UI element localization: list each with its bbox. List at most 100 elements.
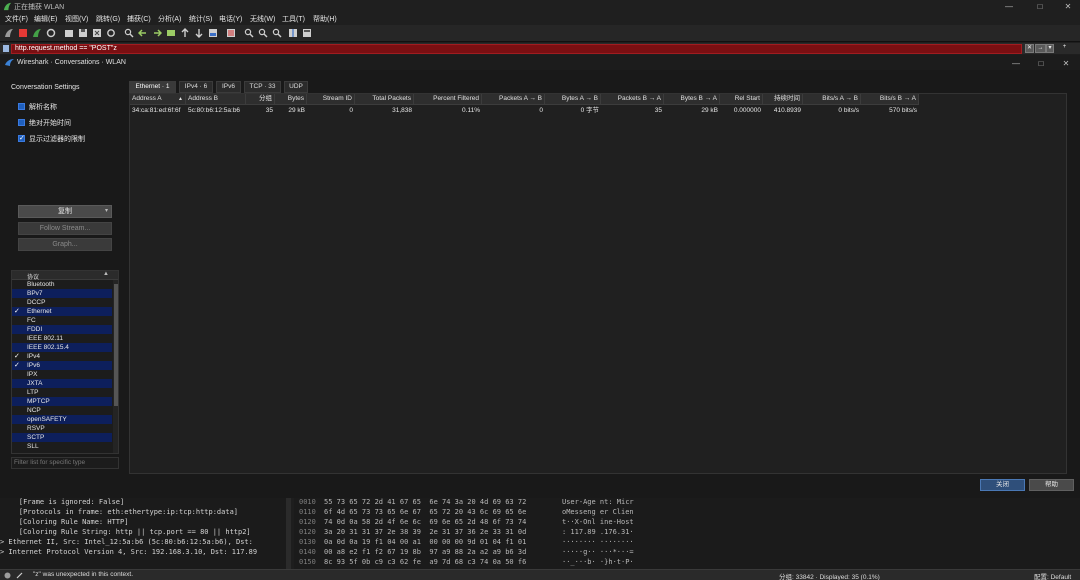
- protocol-item[interactable]: BPv7: [12, 289, 112, 298]
- byte-ascii[interactable]: User-Age nt: Micr: [562, 498, 634, 507]
- autoscroll-icon[interactable]: [208, 28, 218, 38]
- first-packet-icon[interactable]: [180, 28, 190, 38]
- absolute-start-time-checkbox[interactable]: [18, 119, 25, 126]
- maximize-button[interactable]: □: [1033, 1, 1047, 12]
- protocol-item[interactable]: JXTA: [12, 379, 112, 388]
- tab-udp[interactable]: UDP: [284, 81, 308, 93]
- add-filter-button[interactable]: +: [1060, 44, 1069, 53]
- clear-filter-button[interactable]: ✕: [1025, 44, 1034, 53]
- menu-help[interactable]: 帮助(H): [313, 14, 337, 24]
- byte-hex[interactable]: 74 0d 0a 58 2d 4f 6e 6c 69 6e 65 2d 48 6…: [324, 517, 526, 527]
- column-header-bytes-a-b[interactable]: Bytes A → B: [545, 94, 601, 105]
- column-header-total-packets[interactable]: Total Packets: [355, 94, 414, 105]
- byte-ascii[interactable]: ········ ········: [562, 537, 634, 547]
- column-header-bits-a-b[interactable]: Bits/s A → B: [803, 94, 861, 105]
- go-to-packet-icon[interactable]: [166, 28, 176, 38]
- display-filter-input[interactable]: http.request.method == "POST"z: [11, 44, 1022, 54]
- byte-offset[interactable]: 0150: [299, 557, 316, 567]
- detail-line[interactable]: [Frame is ignored: False]: [2, 498, 124, 507]
- byte-hex[interactable]: 00 a8 e2 f1 f2 67 19 8b 97 a9 88 2a a2 a…: [324, 547, 526, 557]
- column-header-bytes[interactable]: Bytes: [275, 94, 307, 105]
- byte-offset[interactable]: 0010: [299, 498, 316, 507]
- protocol-list-header[interactable]: 协议 ▲: [12, 271, 118, 281]
- byte-offset[interactable]: 0110: [299, 507, 316, 517]
- go-forward-icon[interactable]: [152, 28, 162, 38]
- column-header-rel-start[interactable]: Rel Start: [720, 94, 763, 105]
- byte-hex[interactable]: 3a 20 31 31 37 2e 38 39 2e 31 37 36 2e 3…: [324, 527, 526, 537]
- stop-capture-icon[interactable]: [18, 28, 28, 38]
- capture-options-icon[interactable]: [46, 28, 56, 38]
- resolve-names-checkbox[interactable]: [18, 103, 25, 110]
- protocol-item[interactable]: DCCP: [12, 298, 112, 307]
- profile-status[interactable]: 配置: Default: [1034, 571, 1071, 580]
- protocol-item[interactable]: IEEE 802.11: [12, 334, 112, 343]
- details-scrollbar[interactable]: [286, 498, 291, 569]
- byte-offset[interactable]: 0140: [299, 547, 316, 557]
- byte-ascii[interactable]: ··_···b· ·}h·t·P·: [562, 557, 634, 567]
- tab-ethernet[interactable]: Ethernet · 1: [129, 81, 176, 93]
- open-file-icon[interactable]: [64, 28, 74, 38]
- column-header-address-b[interactable]: Address B: [186, 94, 246, 105]
- protocol-item[interactable]: FC: [12, 316, 112, 325]
- limit-to-display-filter-checkbox[interactable]: [18, 134, 25, 142]
- protocol-item[interactable]: openSAFETY: [12, 415, 112, 424]
- follow-stream-button[interactable]: Follow Stream...: [18, 222, 112, 235]
- byte-offset[interactable]: 0120: [299, 527, 316, 537]
- protocol-checkbox[interactable]: ✓: [14, 307, 22, 316]
- tab-tcp[interactable]: TCP · 33: [244, 81, 281, 93]
- column-header-address-a[interactable]: Address A ▲: [130, 94, 186, 105]
- column-header-packets[interactable]: 分组: [246, 94, 275, 105]
- copy-button[interactable]: 复制 ▾: [18, 205, 112, 218]
- byte-ascii[interactable]: ·····g·· ···*···=: [562, 547, 634, 557]
- menu-wireless[interactable]: 无线(W): [250, 14, 275, 24]
- byte-ascii[interactable]: oMesseng er Clien: [562, 507, 634, 517]
- column-header-bytes-b-a[interactable]: Bytes B → A: [664, 94, 720, 105]
- menu-edit[interactable]: 编辑(E): [34, 14, 57, 24]
- protocol-item[interactable]: RSVP: [12, 424, 112, 433]
- interfaces-icon[interactable]: [4, 28, 14, 38]
- byte-hex[interactable]: 6f 4d 65 73 73 65 6e 67 65 72 20 43 6c 6…: [324, 507, 526, 517]
- protocol-item[interactable]: SLL: [12, 442, 112, 451]
- protocol-filter-input[interactable]: Filter list for specific type: [11, 457, 119, 469]
- protocol-item[interactable]: ✓ IPv4: [12, 352, 112, 361]
- minimize-button[interactable]: —: [1002, 1, 1016, 12]
- bookmark-icon[interactable]: [3, 45, 9, 52]
- menu-go[interactable]: 跳转(G): [96, 14, 120, 24]
- column-header-duration[interactable]: 持续时间: [763, 94, 803, 105]
- zoom-in-icon[interactable]: [244, 28, 254, 38]
- protocol-item[interactable]: SCTP: [12, 433, 112, 442]
- protocol-item[interactable]: MPTCP: [12, 397, 112, 406]
- column-header-percent-filtered[interactable]: Percent Filtered: [414, 94, 482, 105]
- tab-ipv6[interactable]: IPv6: [216, 81, 241, 93]
- last-packet-icon[interactable]: [194, 28, 204, 38]
- byte-hex[interactable]: 8c 93 5f 0b c9 c3 62 fe a9 7d 68 c3 74 0…: [324, 557, 526, 567]
- reload-icon[interactable]: [106, 28, 116, 38]
- restart-capture-icon[interactable]: [32, 28, 42, 38]
- zoom-out-icon[interactable]: [258, 28, 268, 38]
- byte-hex[interactable]: 0a 0d 0a 19 f1 04 00 a1 00 00 00 9d 01 0…: [324, 537, 526, 547]
- protocol-item[interactable]: IEEE 802.15.4: [12, 343, 112, 352]
- column-header-packets-a-b[interactable]: Packets A → B: [482, 94, 545, 105]
- column-header-packets-b-a[interactable]: Packets B → A: [601, 94, 664, 105]
- protocol-item[interactable]: ✓ IPv6: [12, 361, 112, 370]
- protocol-checkbox[interactable]: ✓: [14, 352, 22, 361]
- close-file-icon[interactable]: [92, 28, 102, 38]
- detail-line[interactable]: [Coloring Rule Name: HTTP]: [2, 517, 129, 527]
- menu-capture[interactable]: 捕获(C): [127, 14, 151, 24]
- dialog-minimize-button[interactable]: —: [1009, 58, 1023, 69]
- help-button[interactable]: 帮助: [1029, 479, 1074, 491]
- protocol-item[interactable]: FDDI: [12, 325, 112, 334]
- tab-ipv4[interactable]: IPv4 · 6: [179, 81, 213, 93]
- detail-line-ipv4[interactable]: > Internet Protocol Version 4, Src: 192.…: [0, 547, 257, 557]
- expert-info-icon[interactable]: [4, 572, 11, 579]
- protocol-list-scrollbar[interactable]: [113, 280, 118, 453]
- protocol-item[interactable]: Bluetooth: [12, 280, 112, 289]
- normal-size-icon[interactable]: [272, 28, 282, 38]
- menu-file[interactable]: 文件(F): [5, 14, 28, 24]
- detail-line[interactable]: [Coloring Rule String: http || tcp.port …: [2, 527, 251, 537]
- byte-offset[interactable]: 0120: [299, 517, 316, 527]
- close-button[interactable]: 关闭: [980, 479, 1025, 491]
- apply-filter-button[interactable]: →: [1035, 44, 1046, 53]
- protocol-item[interactable]: ✓ Ethernet: [12, 307, 112, 316]
- byte-offset[interactable]: 0130: [299, 537, 316, 547]
